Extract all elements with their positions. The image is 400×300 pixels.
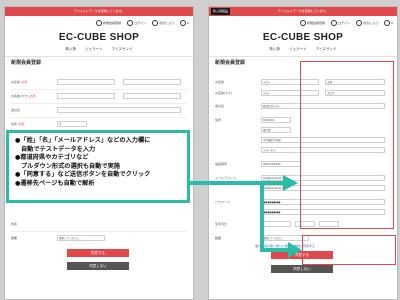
arrow-to-button — [260, 183, 290, 252]
arrow-head-icon — [283, 175, 298, 191]
arrow-head-icon — [288, 242, 302, 258]
arrow-overlay — [190, 175, 302, 258]
